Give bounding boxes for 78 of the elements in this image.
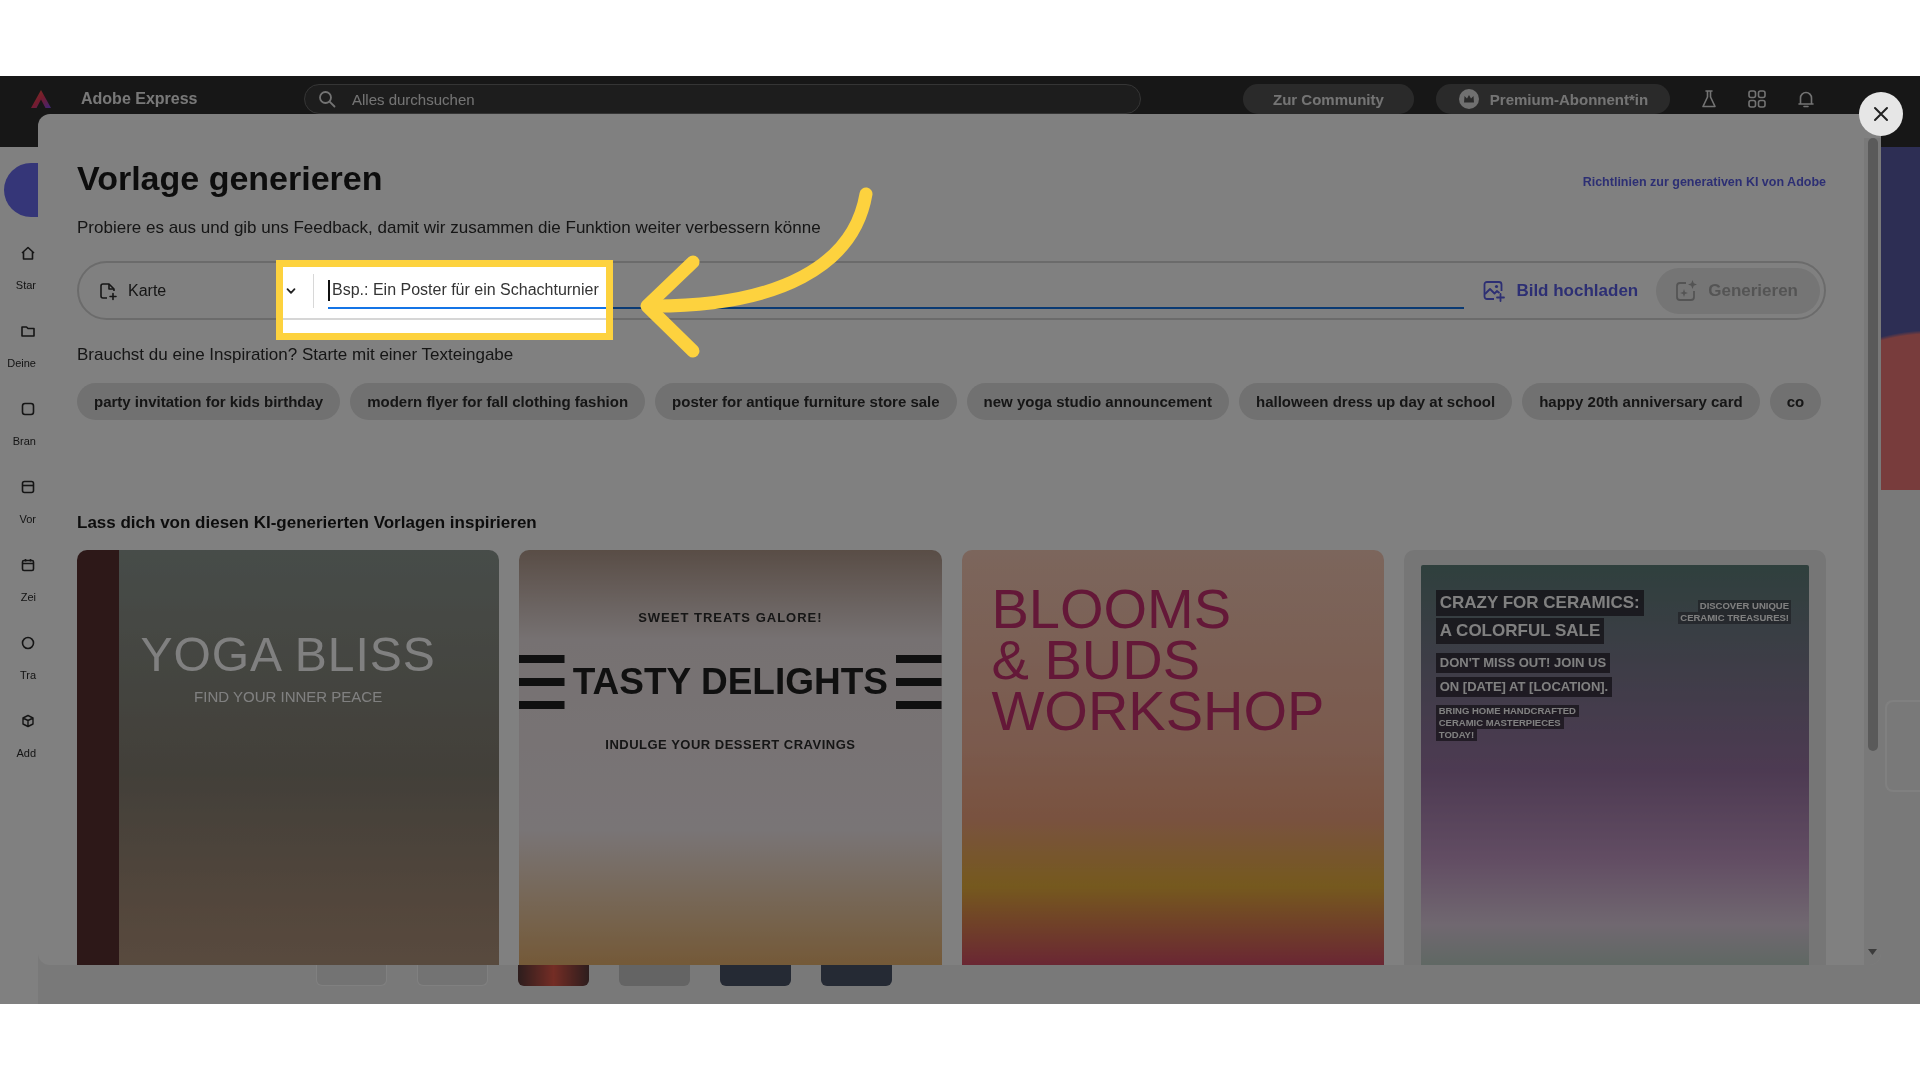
text-cursor bbox=[328, 279, 330, 301]
poster-note: DISCOVER UNIQUE bbox=[1697, 600, 1791, 612]
sidebar-item[interactable]: Deine bbox=[7, 323, 38, 401]
thumbnail[interactable] bbox=[821, 965, 892, 986]
image-add-icon bbox=[1482, 278, 1507, 303]
poster-headline: YOGA BLISS bbox=[140, 627, 436, 683]
premium-button[interactable]: Premium-Abonnent*in bbox=[1435, 84, 1671, 114]
app-name: Adobe Express bbox=[81, 90, 198, 108]
template-card[interactable]: SWEET TREATS GALORE! TASTY DELIGHTS INDULGE YOUR DESSERT CRAVINGS bbox=[519, 550, 942, 965]
logo-icon[interactable] bbox=[30, 89, 52, 109]
suggestion-chip[interactable]: modern flyer for fall clothing fashion bbox=[350, 383, 646, 420]
template-card[interactable]: BLOOMS & BUDS WORKSHOP bbox=[961, 550, 1384, 965]
thumbnail[interactable] bbox=[417, 965, 488, 986]
dialog-title: Vorlage generieren bbox=[77, 158, 383, 199]
poster-headline: BLOOMS bbox=[991, 583, 1233, 634]
crown-badge-icon bbox=[1457, 88, 1480, 110]
suggestion-chip[interactable]: happy 20th anniversary card bbox=[1522, 383, 1760, 420]
sparkle-frame-icon bbox=[1674, 278, 1699, 303]
suggestion-chip[interactable]: new yoga studio announcement bbox=[966, 383, 1229, 420]
apps-grid-icon[interactable] bbox=[1747, 89, 1768, 109]
layout-icon bbox=[20, 479, 36, 495]
poster-tagline: FIND YOUR INNER PEACE bbox=[194, 687, 383, 707]
thumbnail[interactable] bbox=[720, 965, 791, 986]
upload-image-button[interactable]: Bild hochladen bbox=[1482, 278, 1639, 303]
poster-note: TODAY! bbox=[1435, 729, 1478, 741]
sidebar-item[interactable]: Zei bbox=[20, 557, 38, 635]
poster-subline: ON [DATE] AT [LOCATION]. bbox=[1435, 677, 1613, 697]
poster-headline: CRAZY FOR CERAMICS: bbox=[1435, 590, 1644, 616]
suggestion-chip[interactable]: poster for antique furniture store sale bbox=[655, 383, 957, 420]
close-icon bbox=[1873, 106, 1889, 122]
poster-headline: WORKSHOP bbox=[991, 685, 1326, 736]
suggestion-chip[interactable]: party invitation for kids birthday bbox=[77, 383, 341, 420]
thumbnail[interactable] bbox=[619, 965, 690, 986]
search-icon bbox=[318, 90, 336, 108]
create-button[interactable] bbox=[4, 163, 38, 217]
square-icon bbox=[20, 401, 36, 417]
sidebar-item[interactable]: Vor bbox=[19, 479, 38, 557]
thumbnail[interactable] bbox=[316, 965, 387, 986]
poster-note: CERAMIC MASTERPIECES bbox=[1435, 717, 1564, 729]
poster-note: BRING HOME HANDCRAFTED bbox=[1435, 705, 1579, 717]
stripes-icon bbox=[519, 655, 565, 709]
sidebar-item[interactable]: Tra bbox=[19, 635, 38, 713]
box-icon bbox=[20, 713, 36, 729]
sidebar-item[interactable]: Star bbox=[15, 245, 38, 323]
dialog-subtitle: Probiere es aus und gib uns Feedback, damit wir zusammen die Funktion weiter verbessern könne bbox=[77, 217, 822, 239]
search-field[interactable]: Alles durchsuchen bbox=[304, 84, 1141, 114]
poster-headline: A COLORFUL SALE bbox=[1435, 618, 1605, 644]
suggestion-chip[interactable]: co bbox=[1769, 383, 1822, 420]
calendar-icon bbox=[20, 557, 36, 573]
poster-note: CERAMIC TREASURES! bbox=[1678, 612, 1791, 624]
poster-headline: TASTY DELIGHTS bbox=[572, 660, 888, 704]
template-card[interactable]: CRAZY FOR CERAMICS: A COLORFUL SALE DON'T MISS OUT! JOIN US ON [DATE] AT [LOCATION]. BRING HOME HANDCRAFTED CERAMIC MASTERPIECES TODAY! DISCOVER UNIQUE CERAMIC TREASURES! bbox=[1403, 550, 1826, 965]
stripes-icon bbox=[896, 655, 942, 709]
poster-kicker: SWEET TREATS GALORE! bbox=[638, 609, 823, 627]
prompt-input[interactable]: Bsp.: Ein Poster für ein Schachturnier bbox=[328, 272, 1465, 309]
type-dropdown[interactable]: Karte bbox=[98, 280, 300, 301]
document-add-icon bbox=[98, 280, 118, 301]
chevron-down-icon bbox=[286, 285, 296, 296]
sidebar-item[interactable]: Add bbox=[16, 713, 38, 791]
community-button[interactable]: Zur Community bbox=[1243, 84, 1414, 114]
poster-headline: & BUDS bbox=[991, 634, 1200, 685]
template-card[interactable]: YOGA BLISS FIND YOUR INNER PEACE bbox=[77, 550, 500, 965]
folder-icon bbox=[20, 323, 36, 339]
triangle-down-icon[interactable] bbox=[1868, 949, 1877, 955]
guidelines-link[interactable]: Richtlinien zur generativen KI von Adobe bbox=[1582, 175, 1826, 189]
poster-subline: DON'T MISS OUT! JOIN US bbox=[1435, 653, 1611, 673]
circle-icon bbox=[20, 635, 36, 651]
scrollbar[interactable] bbox=[1864, 138, 1881, 965]
scroll-thumb[interactable] bbox=[1867, 138, 1878, 751]
gallery-heading: Lass dich von diesen KI-generierten Vorlagen inspirieren bbox=[77, 512, 538, 534]
home-icon bbox=[20, 245, 36, 261]
thumbnail[interactable] bbox=[518, 965, 589, 986]
sidebar-item[interactable]: Bran bbox=[12, 401, 38, 479]
bell-icon[interactable] bbox=[1796, 89, 1817, 109]
suggestion-chip[interactable]: halloween dress up day at school bbox=[1238, 383, 1513, 420]
inspiration-hint: Brauchst du eine Inspiration? Starte mit einer Texteingabe bbox=[77, 344, 515, 366]
search-input[interactable]: Alles durchsuchen bbox=[352, 90, 1140, 108]
poster-tagline: INDULGE YOUR DESSERT CRAVINGS bbox=[605, 736, 856, 754]
